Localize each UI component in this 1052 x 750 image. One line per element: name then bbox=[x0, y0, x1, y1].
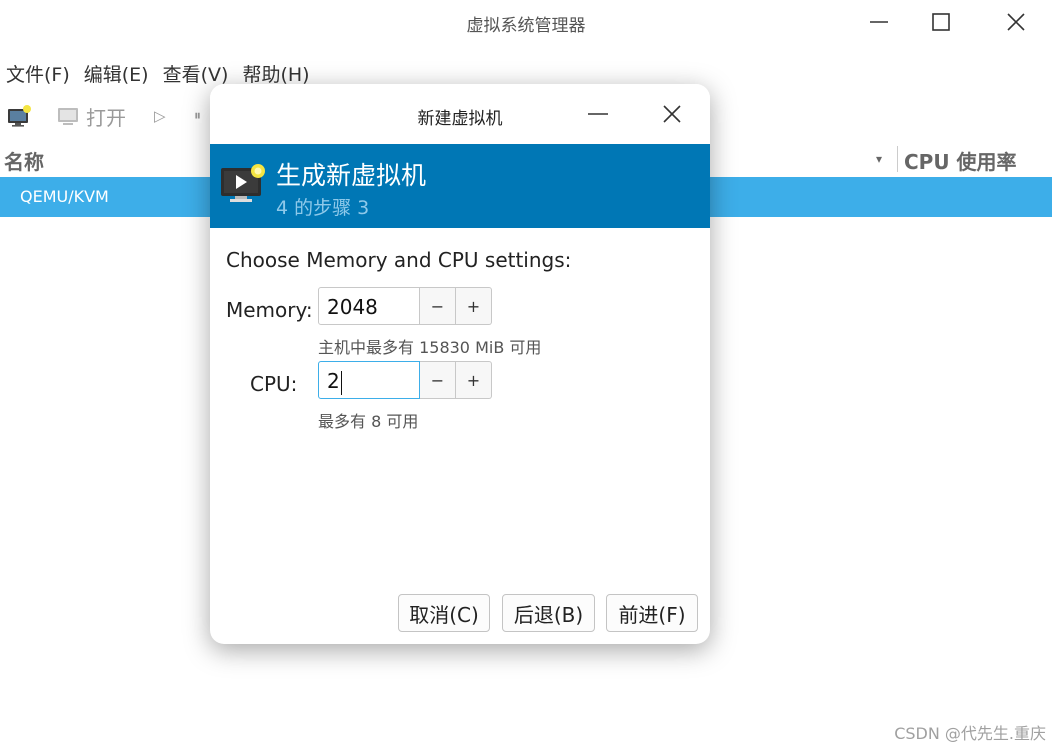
dialog-title: 新建虚拟机 bbox=[417, 109, 503, 129]
new-vm-icon bbox=[220, 162, 266, 210]
memory-label: Memory: bbox=[226, 298, 313, 322]
cpu-stepper: 2 − + bbox=[318, 361, 493, 399]
close-icon bbox=[1007, 13, 1025, 31]
memory-stepper: 2048 − + bbox=[318, 287, 493, 325]
maximize-icon bbox=[932, 13, 950, 31]
minimize-icon bbox=[588, 113, 608, 115]
back-button[interactable]: 后退(B) bbox=[502, 594, 595, 632]
pause-icon: ⏸ bbox=[194, 108, 201, 124]
play-icon: ▷ bbox=[154, 107, 166, 125]
close-button[interactable] bbox=[999, 8, 1033, 36]
menu-edit[interactable]: 编辑(E) bbox=[78, 56, 157, 88]
wizard-step: 4 的步骤 3 bbox=[276, 197, 370, 219]
dialog-minimize-button[interactable] bbox=[584, 100, 612, 128]
dialog-body: Choose Memory and CPU settings: Memory: … bbox=[210, 228, 710, 644]
cpu-label: CPU: bbox=[250, 372, 298, 396]
wizard-title: 生成新虚拟机 bbox=[276, 161, 427, 190]
cpu-input-value: 2 bbox=[327, 369, 340, 393]
wizard-header: 生成新虚拟机 4 的步骤 3 bbox=[210, 144, 710, 228]
monitor-icon bbox=[58, 108, 78, 125]
menu-file[interactable]: 文件(F) bbox=[0, 56, 78, 88]
memory-increment-button[interactable]: + bbox=[456, 287, 492, 325]
column-cpu-usage[interactable]: CPU 使用率 bbox=[904, 146, 1017, 175]
pause-button[interactable]: ⏸ bbox=[194, 96, 201, 136]
connection-label: QEMU/KVM bbox=[20, 187, 109, 206]
main-titlebar: 虚拟系统管理器 bbox=[0, 0, 1052, 46]
cancel-button[interactable]: 取消(C) bbox=[398, 594, 490, 632]
memory-hint: 主机中最多有 15830 MiB 可用 bbox=[318, 338, 542, 357]
column-divider bbox=[897, 146, 898, 172]
forward-button[interactable]: 前进(F) bbox=[606, 594, 698, 632]
new-vm-button[interactable] bbox=[6, 96, 34, 136]
new-vm-dialog: 新建虚拟机 生成新虚拟机 4 的步骤 3 Choose Memory and C… bbox=[210, 84, 710, 644]
cpu-input[interactable]: 2 bbox=[318, 361, 420, 399]
close-icon bbox=[663, 105, 681, 123]
watermark: CSDN @代先生.重庆 bbox=[894, 724, 1046, 743]
run-button[interactable]: ▷ bbox=[154, 96, 166, 136]
settings-prompt: Choose Memory and CPU settings: bbox=[226, 248, 572, 272]
open-label: 打开 bbox=[86, 105, 126, 130]
open-button[interactable]: 打开 bbox=[56, 96, 126, 136]
memory-input[interactable]: 2048 bbox=[318, 287, 420, 325]
cpu-hint: 最多有 8 可用 bbox=[318, 412, 419, 431]
new-vm-icon bbox=[8, 105, 31, 127]
dialog-close-button[interactable] bbox=[658, 100, 686, 128]
text-cursor bbox=[340, 370, 342, 395]
cpu-increment-button[interactable]: + bbox=[456, 361, 492, 399]
maximize-button[interactable] bbox=[924, 8, 958, 36]
column-name[interactable]: 名称 bbox=[4, 146, 44, 175]
minimize-button[interactable] bbox=[862, 8, 896, 36]
minimize-icon bbox=[870, 21, 888, 23]
memory-decrement-button[interactable]: − bbox=[420, 287, 456, 325]
cpu-decrement-button[interactable]: − bbox=[420, 361, 456, 399]
dialog-titlebar: 新建虚拟机 bbox=[210, 84, 710, 144]
sort-down-icon[interactable]: ▾ bbox=[876, 152, 882, 166]
